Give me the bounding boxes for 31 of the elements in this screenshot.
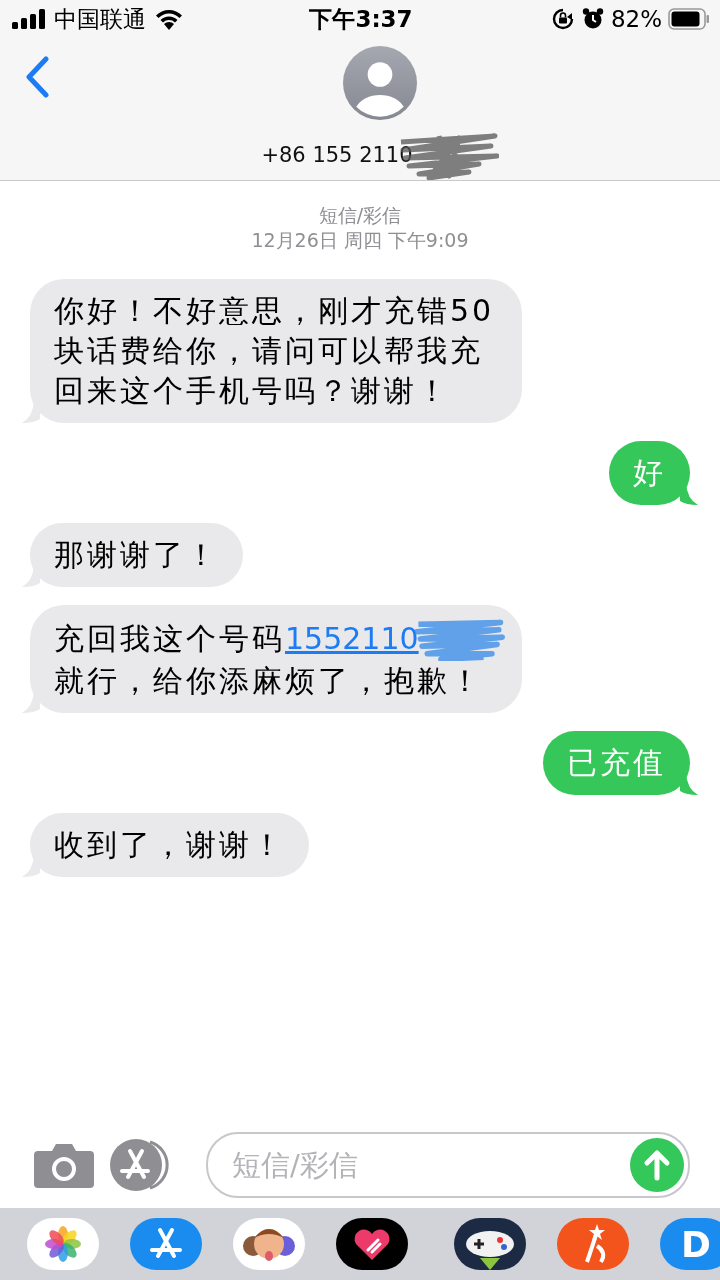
status-time: 下午3:37 — [309, 4, 413, 34]
message-timestamp: 12月26日 周四 下午9:09 — [251, 228, 469, 253]
app-store-icon[interactable] — [130, 1218, 202, 1270]
message-text: 好 — [633, 454, 666, 492]
battery-percent: 82% — [610, 6, 662, 32]
service-label: 短信/彩信 — [318, 203, 402, 228]
back-icon[interactable] — [24, 56, 50, 98]
flower-icon[interactable] — [27, 1218, 99, 1270]
message-input-text[interactable]: 短信/彩信 — [230, 1147, 630, 1183]
contact-number[interactable]: +86 155 2110 — [261, 143, 413, 167]
app-icon[interactable]: D — [660, 1218, 720, 1270]
battery-icon — [668, 8, 710, 30]
rotation-lock-icon — [550, 7, 575, 31]
message-text: 收到了，谢谢！ — [54, 826, 285, 864]
phone-link[interactable]: 1552110 — [285, 619, 419, 659]
contact-avatar-icon[interactable] — [341, 46, 419, 120]
message-input[interactable]: 短信/彩信 — [206, 1132, 690, 1198]
message-text: 已充值 — [567, 744, 666, 782]
wifi-icon — [154, 8, 184, 30]
signal-icon — [12, 9, 46, 29]
alarm-icon — [580, 7, 605, 31]
camera-icon[interactable] — [34, 1142, 94, 1188]
magic-wand-icon[interactable] — [557, 1218, 629, 1270]
message-text: 就行，给你添麻烦了，抱歉！ — [54, 662, 483, 700]
gamepad-bird-icon[interactable] — [454, 1218, 526, 1270]
send-icon[interactable] — [630, 1138, 684, 1192]
cartoon-faces-icon[interactable] — [233, 1218, 305, 1270]
message-text: 充回我这个号码 — [54, 620, 285, 658]
carrier-name: 中国联通 — [54, 4, 146, 34]
message-text: 你好！不好意思，刚才充错50块话费给你，请问可以帮我充回来这个手机号吗？谢谢！ — [54, 292, 496, 410]
message-text: 那谢谢了！ — [54, 536, 219, 574]
